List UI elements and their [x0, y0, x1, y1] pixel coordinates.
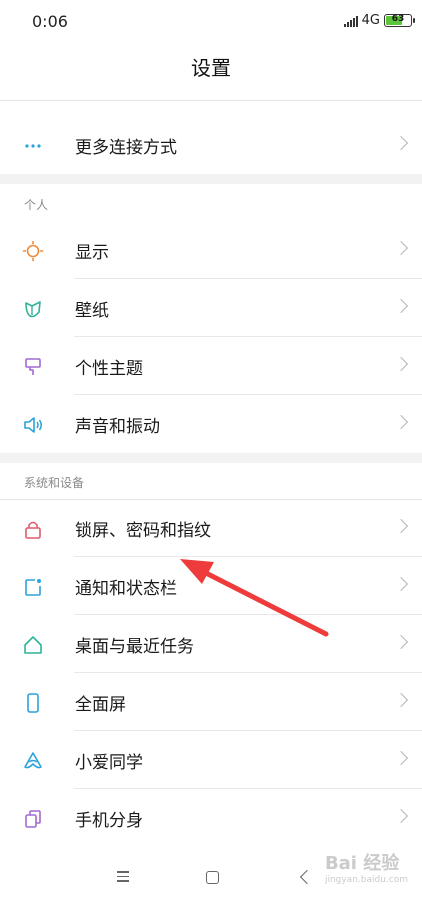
watermark-brand: Bai 经验 — [324, 853, 400, 874]
annotation-arrow — [180, 559, 329, 637]
menu-icon[interactable] — [117, 871, 129, 885]
watermark-sub: jingyan.baidu.com — [324, 875, 408, 885]
watermark: Bai 经验 jingyan.baidu.com — [325, 849, 408, 885]
home-button-icon[interactable] — [206, 871, 219, 884]
back-icon[interactable] — [299, 869, 315, 885]
